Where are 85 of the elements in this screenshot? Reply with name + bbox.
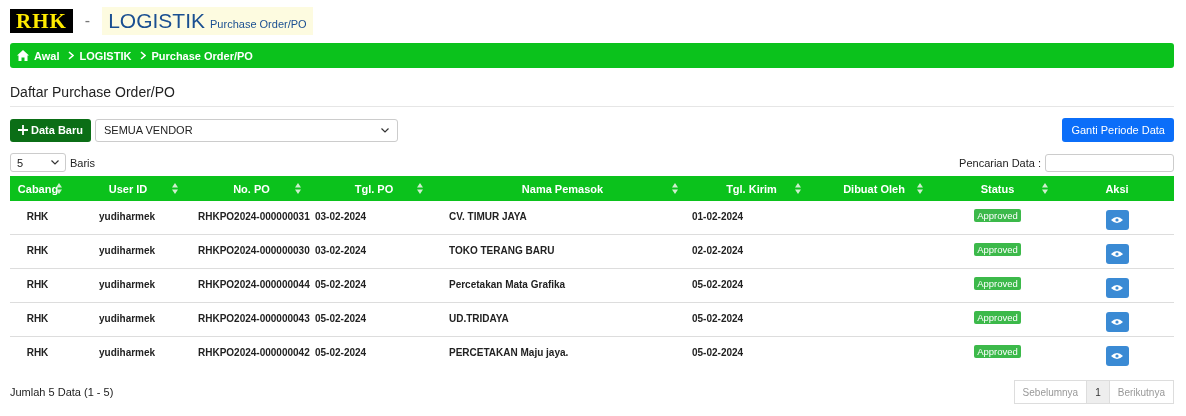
column-header[interactable]: Dibuat Oleh: [813, 176, 935, 201]
table-cell: TOKO TERANG BARU: [435, 234, 690, 269]
table-cell: UD.TRIDAYA: [435, 302, 690, 337]
column-header[interactable]: Aksi: [1060, 176, 1174, 201]
breadcrumb-link[interactable]: Awal: [34, 49, 60, 62]
sort-icon: [172, 183, 178, 194]
status-badge: Approved: [974, 345, 1021, 358]
table-cell: 05-02-2024: [313, 268, 435, 303]
table-cell: CV. TIMUR JAYA: [435, 201, 690, 235]
status-badge: Approved: [974, 243, 1021, 256]
home-icon: [17, 50, 29, 61]
eye-icon: [1111, 216, 1123, 224]
summary-text: Jumlah 5 Data (1 - 5): [10, 386, 114, 398]
column-header[interactable]: Nama Pemasok: [435, 176, 690, 201]
sort-icon: [1042, 183, 1048, 194]
view-button[interactable]: [1105, 312, 1129, 332]
column-header[interactable]: Tgl. PO: [313, 176, 435, 201]
table-cell: 03-02-2024: [313, 234, 435, 269]
table-cell: RHKPO2024-000000042: [190, 336, 313, 370]
sort-icon: [917, 183, 923, 194]
sort-icon: [672, 183, 678, 194]
eye-icon: [1111, 284, 1123, 292]
view-button[interactable]: [1105, 244, 1129, 264]
table-cell: RHKPO2024-000000043: [190, 302, 313, 337]
table-cell: yudiharmek: [66, 302, 190, 337]
search-label: Pencarian Data :: [959, 156, 1041, 169]
status-badge: Approved: [974, 277, 1021, 290]
table-cell: RHKPO2024-000000044: [190, 268, 313, 303]
table-cell: RHK: [10, 234, 66, 269]
eye-icon: [1111, 250, 1123, 258]
view-button[interactable]: [1105, 210, 1129, 230]
caret-icon: [380, 127, 389, 133]
table-cell: yudiharmek: [66, 268, 190, 303]
table-cell: 01-02-2024: [690, 201, 813, 235]
table-cell: 05-02-2024: [313, 336, 435, 370]
status-badge: Approved: [974, 311, 1021, 324]
table-cell: RHKPO2024-000000031: [190, 201, 313, 235]
separator: -: [84, 12, 91, 30]
status-badge: Approved: [974, 209, 1021, 222]
breadcrumb-link[interactable]: LOGISTIK: [79, 49, 132, 62]
eye-icon: [1111, 352, 1123, 360]
table-cell: RHK: [10, 302, 66, 337]
table-cell: 05-02-2024: [690, 302, 813, 337]
table-cell: 05-02-2024: [690, 268, 813, 303]
eye-icon: [1111, 318, 1123, 326]
table-cell: yudiharmek: [66, 201, 190, 235]
column-header[interactable]: Status: [935, 176, 1060, 201]
vendor-select[interactable]: SEMUA VENDOR: [94, 118, 398, 142]
sort-icon: [795, 183, 801, 194]
logo: RHK: [10, 9, 73, 33]
chevron-icon: [68, 51, 75, 60]
table-cell: 05-02-2024: [313, 302, 435, 337]
table-cell: 03-02-2024: [313, 201, 435, 235]
change-period-button[interactable]: Ganti Periode Data: [1062, 118, 1174, 142]
module-subtitle: Purchase Order/PO: [210, 18, 307, 30]
table-cell: yudiharmek: [66, 234, 190, 269]
column-header[interactable]: Tgl. Kirim: [690, 176, 813, 201]
table-cell: Percetakan Mata Grafika: [435, 268, 690, 303]
table-cell: 02-02-2024: [690, 234, 813, 269]
page-size-select[interactable]: 5: [10, 153, 66, 172]
sort-icon: [56, 183, 62, 194]
column-header[interactable]: Cabang: [10, 176, 66, 201]
sort-icon: [295, 183, 301, 194]
search-field[interactable]: [1045, 153, 1174, 172]
view-button[interactable]: [1105, 278, 1129, 298]
chevron-icon: [140, 51, 147, 60]
sort-icon: [417, 183, 423, 194]
module-title: LOGISTIK: [108, 9, 206, 33]
breadcrumb-link[interactable]: Purchase Order/PO: [151, 49, 253, 62]
rows-label: Baris: [70, 156, 96, 169]
pagination-button[interactable]: 1: [1086, 380, 1110, 404]
table-cell: PERCETAKAN Maju jaya.: [435, 336, 690, 370]
table-cell: RHK: [10, 336, 66, 370]
table-cell: RHK: [10, 201, 66, 235]
plus-icon: [18, 125, 28, 135]
table-cell: yudiharmek: [66, 336, 190, 370]
page-title: Daftar Purchase Order/PO: [10, 84, 1174, 107]
view-button[interactable]: [1105, 346, 1129, 366]
column-header[interactable]: User ID: [66, 176, 190, 201]
new-data-button[interactable]: Data Baru: [10, 118, 91, 142]
caret-icon: [51, 160, 59, 165]
table-cell: 05-02-2024: [690, 336, 813, 370]
table-cell: RHKPO2024-000000030: [190, 234, 313, 269]
table-cell: RHK: [10, 268, 66, 303]
column-header[interactable]: No. PO: [190, 176, 313, 201]
